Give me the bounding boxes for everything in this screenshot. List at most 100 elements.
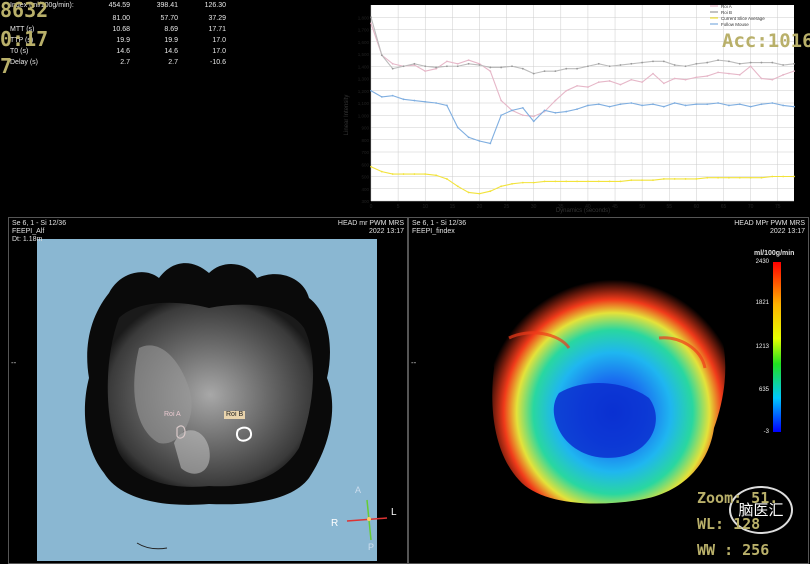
data-point bbox=[467, 62, 470, 65]
data-point bbox=[435, 174, 437, 177]
legend-label: Roi A bbox=[721, 4, 732, 9]
y-tick-label: 400 bbox=[361, 187, 369, 192]
data-point bbox=[684, 65, 687, 68]
acc-label: Acc:1016 bbox=[722, 30, 810, 52]
y-tick-label: 800 bbox=[361, 138, 369, 143]
data-point bbox=[489, 70, 492, 73]
stats-value-c: 17.0 bbox=[212, 37, 226, 44]
data-point bbox=[391, 67, 394, 70]
viewport-left[interactable]: Se 6, 1 - Si 12/36 FEEPI_Alf Dt: 1.18m H… bbox=[8, 217, 408, 564]
data-point bbox=[782, 64, 785, 66]
colorbar-title: ml/100g/min bbox=[754, 250, 795, 257]
data-point bbox=[706, 103, 709, 106]
y-tick-label: 700 bbox=[361, 150, 369, 155]
data-point bbox=[608, 180, 611, 183]
orient-p-label: P bbox=[368, 542, 375, 552]
data-point bbox=[402, 173, 405, 175]
x-tick-label: 60 bbox=[694, 204, 700, 210]
data-point bbox=[662, 178, 665, 180]
x-tick-label: 55 bbox=[666, 204, 672, 210]
y-tick-label: 1,000 bbox=[358, 113, 370, 118]
x-tick-label: 65 bbox=[721, 204, 727, 210]
y-tick-label: 1,200 bbox=[358, 89, 370, 94]
data-point bbox=[673, 77, 676, 80]
data-point bbox=[500, 66, 503, 69]
data-point bbox=[749, 61, 752, 64]
data-point bbox=[587, 86, 589, 88]
colorbar-label: 1821 bbox=[755, 300, 769, 306]
data-point bbox=[446, 65, 448, 68]
stats-value-c: 37.29 bbox=[208, 15, 226, 22]
x-tick-label: 45 bbox=[612, 204, 618, 210]
data-point bbox=[413, 173, 416, 175]
stats-value-a: 454.59 bbox=[108, 2, 130, 9]
data-point bbox=[782, 104, 785, 107]
orient-r-label: R bbox=[331, 518, 339, 529]
data-point bbox=[630, 78, 633, 81]
data-point bbox=[380, 54, 383, 57]
data-point bbox=[370, 22, 372, 25]
data-point bbox=[532, 181, 535, 184]
data-point bbox=[565, 89, 568, 92]
overlay-big-text: 7 bbox=[0, 54, 13, 78]
data-point bbox=[370, 89, 372, 92]
data-point bbox=[706, 176, 709, 179]
data-point bbox=[749, 65, 752, 68]
legend-label: Roi B bbox=[721, 10, 732, 15]
data-point bbox=[749, 105, 752, 108]
data-point bbox=[521, 181, 524, 184]
data-point bbox=[413, 62, 416, 65]
stats-value-a: 10.68 bbox=[112, 26, 130, 33]
viewport-info-sequence: FEEPI_findex bbox=[412, 228, 455, 235]
x-tick-label: 50 bbox=[639, 204, 645, 210]
data-point bbox=[532, 120, 535, 123]
data-point bbox=[532, 115, 535, 118]
stats-value-b: 14.6 bbox=[164, 48, 178, 55]
data-point bbox=[652, 179, 654, 182]
data-point bbox=[456, 126, 459, 129]
data-point bbox=[576, 108, 578, 111]
data-point bbox=[446, 60, 448, 63]
data-point bbox=[446, 104, 448, 107]
stats-value-c: 17.71 bbox=[208, 26, 226, 33]
data-point bbox=[532, 72, 535, 75]
orient-a-label: A bbox=[355, 485, 362, 495]
data-point bbox=[391, 62, 394, 65]
data-point bbox=[565, 110, 568, 113]
data-point bbox=[597, 62, 600, 65]
data-point bbox=[576, 67, 578, 70]
stats-value-a: 19.9 bbox=[116, 37, 130, 44]
y-tick-label: 1,700 bbox=[358, 28, 370, 33]
y-tick-label: 1,300 bbox=[358, 77, 370, 82]
data-point bbox=[641, 104, 644, 107]
data-point bbox=[489, 142, 492, 145]
data-point bbox=[760, 103, 763, 106]
data-point bbox=[619, 83, 622, 86]
viewport-info-study: HEAD MPr PWM MRS bbox=[734, 220, 805, 227]
data-point bbox=[554, 99, 557, 102]
brain-contour bbox=[136, 542, 168, 550]
y-tick-label: 1,800 bbox=[358, 15, 370, 20]
data-point bbox=[521, 67, 524, 70]
data-point bbox=[608, 80, 611, 82]
overlay-big-text: 8632 bbox=[0, 0, 49, 22]
data-point bbox=[641, 81, 644, 84]
data-point bbox=[706, 75, 709, 77]
data-point bbox=[402, 65, 405, 68]
data-point bbox=[597, 180, 600, 183]
y-tick-label: 500 bbox=[361, 175, 369, 180]
data-point bbox=[380, 170, 383, 173]
data-point bbox=[424, 70, 427, 73]
viewport-info-date: 2022 13:17 bbox=[769, 228, 805, 235]
data-point bbox=[684, 78, 687, 81]
orient-l-label: L bbox=[391, 507, 397, 518]
side-marker: -- bbox=[411, 358, 417, 367]
data-point bbox=[456, 62, 459, 65]
data-point bbox=[695, 76, 698, 79]
data-point bbox=[619, 103, 622, 106]
data-point bbox=[662, 82, 665, 85]
data-point bbox=[554, 180, 557, 183]
data-point bbox=[467, 136, 470, 139]
viewport-info-series: Se 6, 1 - Si 12/36 bbox=[12, 220, 67, 227]
data-point bbox=[695, 103, 698, 106]
